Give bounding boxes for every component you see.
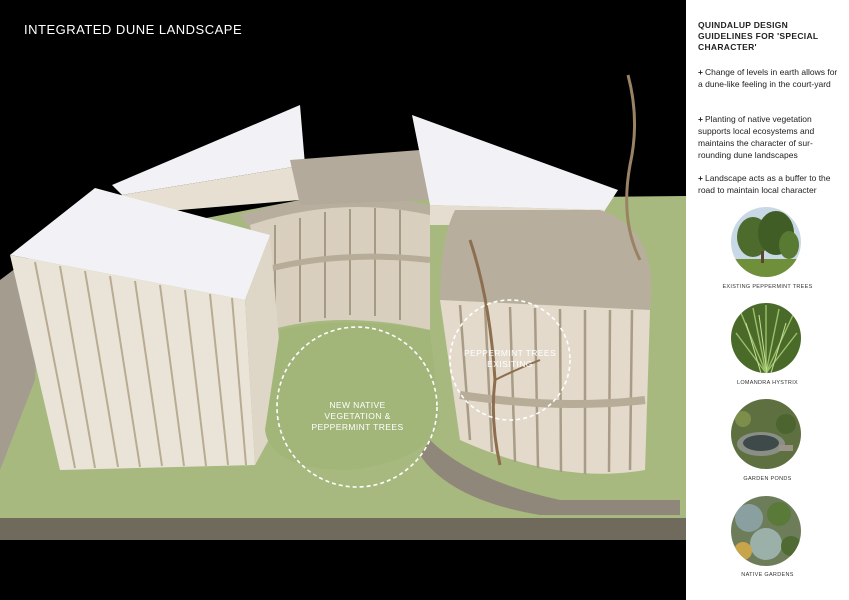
caption-lomandra: LOMANDRA HYSTRIX xyxy=(736,380,799,386)
plus-icon: + xyxy=(698,173,703,183)
plus-icon: + xyxy=(698,67,703,77)
guideline-bullet-1: + Change of levels in earth allows for a … xyxy=(698,66,843,90)
caption-garden-ponds: GARDEN PONDS xyxy=(743,476,792,482)
label-peppermint-trees: PEPPERMINT TREES EXISITING xyxy=(463,348,557,369)
guideline-text: Landscape acts as a buffer to the road t… xyxy=(698,173,831,195)
presentation-board: INTEGRATED DUNE LANDSCAPE NEW NATIVE VEG… xyxy=(0,0,849,600)
caption-native-gardens: NATIVE GARDENS xyxy=(741,572,794,578)
guideline-bullet-2: + Planting of native vegetation supports … xyxy=(698,113,843,161)
plus-icon: + xyxy=(698,114,703,124)
peppermint-tree-photo xyxy=(731,207,801,277)
pond-photo xyxy=(731,399,801,469)
guideline-bullet-3: + Landscape acts as a buffer to the road … xyxy=(698,172,843,196)
architectural-model-image xyxy=(0,74,686,540)
caption-peppermint-trees: EXISTING PEPPERMINT TREES xyxy=(722,284,813,290)
guidelines-heading: QUINDALUP DESIGN GUIDELINES FOR 'SPECIAL… xyxy=(698,20,819,52)
label-new-vegetation: NEW NATIVE VEGETATION & PEPPERMINT TREES xyxy=(311,400,404,432)
curved-roof-terrace xyxy=(440,210,652,310)
guideline-text: Planting of native vegetation supports l… xyxy=(698,114,815,160)
page-title: INTEGRATED DUNE LANDSCAPE xyxy=(24,22,243,37)
base-edge xyxy=(0,518,686,540)
guideline-text: Change of levels in earth allows for a d… xyxy=(698,67,838,89)
guidelines-panel: QUINDALUP DESIGN GUIDELINES FOR 'SPECIAL… xyxy=(686,0,849,600)
native-garden-photo xyxy=(731,496,801,566)
grass-photo xyxy=(731,303,801,373)
roof-back-right xyxy=(412,115,618,210)
model-panel: INTEGRATED DUNE LANDSCAPE NEW NATIVE VEG… xyxy=(0,0,686,600)
